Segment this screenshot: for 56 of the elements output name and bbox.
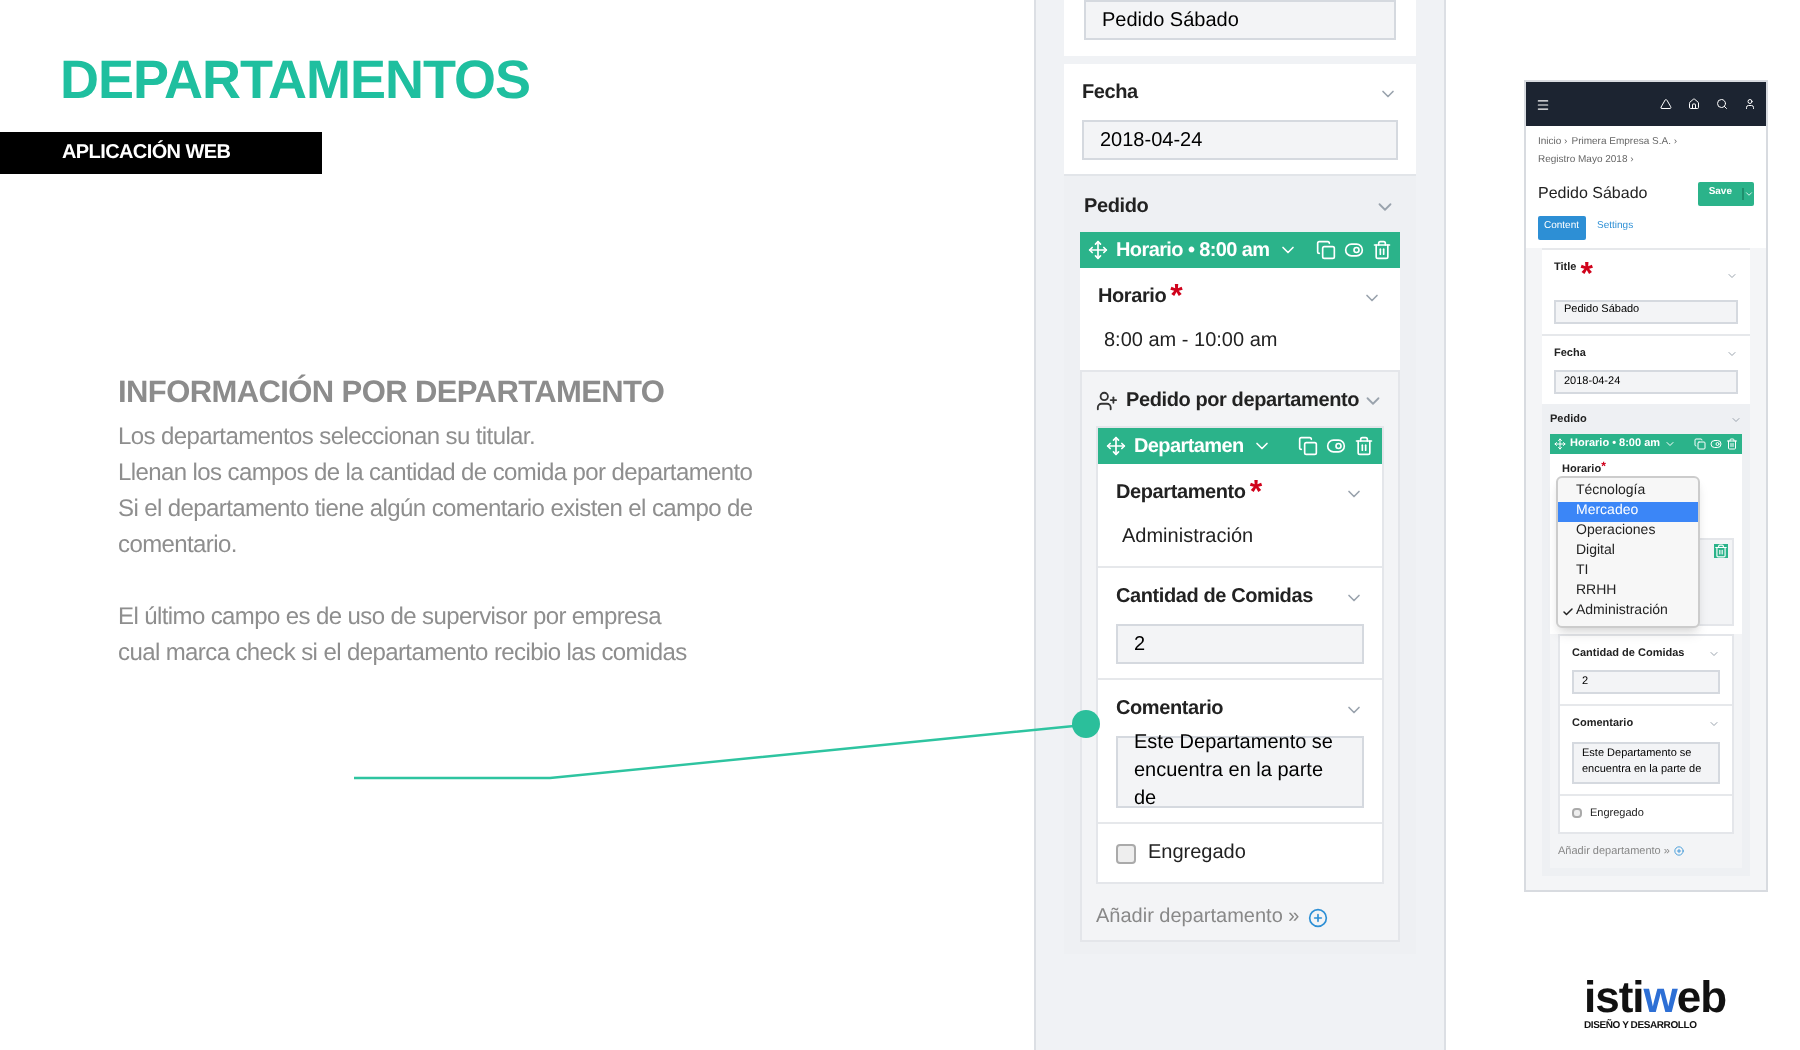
input-field[interactable]: 2 — [1116, 624, 1364, 664]
description-paragraph: El último campo es de uso de supervisor por empresa cual marca check si el departamento recibio las comidas — [118, 600, 687, 670]
home-icon[interactable] — [1688, 98, 1700, 110]
required-asterisk: * — [1580, 259, 1593, 291]
user-plus-icon — [1096, 390, 1118, 412]
move-icon[interactable] — [1106, 436, 1126, 456]
field-label: Pedido por departamento — [1126, 388, 1360, 416]
toggle-icon[interactable] — [1344, 240, 1364, 260]
required-asterisk: * — [1170, 282, 1183, 314]
chevron-icon[interactable] — [1726, 347, 1738, 360]
comment-textarea[interactable]: Este Departamento se encuentra en la parte de — [1116, 736, 1364, 808]
move-icon[interactable] — [1088, 240, 1108, 260]
move-icon[interactable] — [1554, 438, 1566, 450]
toggle-icon[interactable] — [1326, 436, 1346, 456]
checkbox-label: Engregado — [1148, 840, 1246, 868]
field-label: Cantidad de Comidas — [1116, 584, 1313, 612]
copy-icon[interactable] — [1298, 436, 1318, 456]
trash-icon[interactable] — [1726, 438, 1738, 450]
checkbox[interactable] — [1116, 843, 1136, 863]
description-paragraph: Los departamentos seleccionan su titular. Llenan los campos de la cantidad de comida por departamento Si el departamento tiene algún comentario existen el campo de comentario. — [118, 420, 753, 562]
field-label: Fecha — [1082, 80, 1138, 108]
block-title: Horario • 8:00 am — [1116, 237, 1270, 265]
chevron-icon[interactable] — [1708, 718, 1720, 731]
add-icon[interactable] — [1673, 846, 1684, 857]
page-title: Pedido Sábado — [1538, 182, 1648, 206]
required-asterisk: * — [1249, 478, 1263, 510]
toggle-icon[interactable] — [1710, 438, 1722, 450]
chevron-icon[interactable] — [1708, 648, 1720, 661]
chevron-icon[interactable] — [1726, 269, 1738, 281]
checkbox[interactable] — [1572, 808, 1582, 819]
trash-icon[interactable] — [1354, 436, 1374, 456]
field-value: Administración — [1120, 524, 1256, 552]
add-icon[interactable] — [1307, 907, 1328, 927]
section-heading: INFORMACIÓN POR DEPARTAMENTO — [118, 374, 665, 414]
subtitle-banner: APLICACIÓN WEB — [0, 132, 322, 174]
field-label: Pedido — [1084, 194, 1149, 222]
trash-icon[interactable] — [1714, 544, 1728, 558]
block-title: Departamen — [1134, 433, 1244, 461]
menu-icon[interactable] — [1536, 97, 1550, 111]
check-icon — [1562, 606, 1574, 618]
field-label: Comentario — [1116, 696, 1224, 724]
chevron-icon[interactable] — [1730, 413, 1742, 426]
copy-icon[interactable] — [1316, 240, 1336, 260]
chevron-icon[interactable] — [1742, 188, 1754, 200]
slide-title: DEPARTAMENTOS — [60, 48, 531, 112]
search-icon[interactable] — [1716, 98, 1728, 110]
copy-icon[interactable] — [1694, 438, 1706, 450]
input-field[interactable]: 2018-04-24 — [1082, 120, 1398, 160]
user-icon[interactable] — [1744, 98, 1756, 110]
triangle-icon[interactable] — [1660, 98, 1672, 110]
chevron-icon[interactable] — [1664, 438, 1677, 450]
field-value: 8:00 am - 10:00 am — [1102, 328, 1280, 356]
field-label: Horario — [1098, 284, 1167, 312]
trash-icon[interactable] — [1372, 240, 1392, 260]
field-label: Departamento — [1116, 480, 1246, 508]
input-field[interactable]: Pedido Sábado — [1084, 0, 1396, 40]
